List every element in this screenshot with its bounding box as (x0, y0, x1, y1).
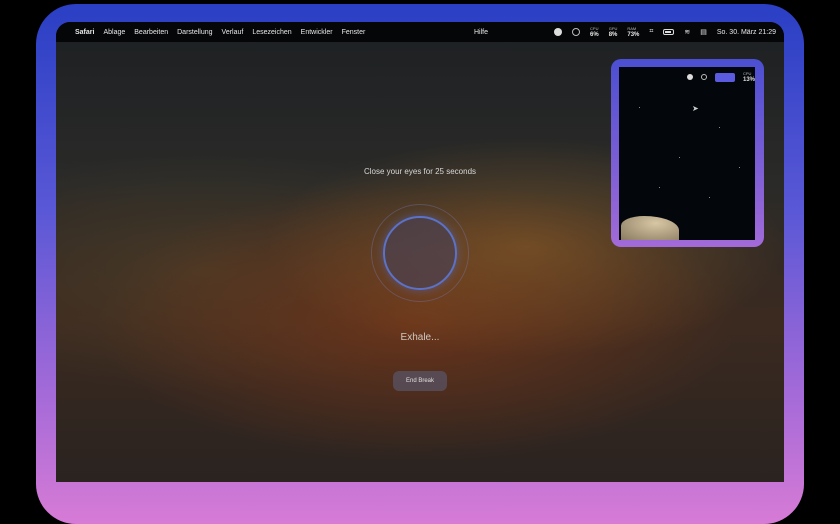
menu-bar: Safari Ablage Bearbeiten Darstellung Ver… (56, 22, 784, 42)
end-break-button[interactable]: End Break (393, 371, 447, 391)
breathing-circle (383, 216, 457, 290)
breathing-phase: Exhale... (400, 332, 440, 343)
timer-icon[interactable] (554, 28, 563, 36)
menu-item[interactable]: Darstellung (177, 29, 212, 36)
ram-stat[interactable]: RAM 73% (627, 26, 639, 38)
control-center-icon[interactable]: ▤ (700, 28, 707, 36)
wifi-icon[interactable]: ≋ (684, 28, 690, 36)
cursor-app-icon[interactable]: ⌗ (649, 28, 653, 36)
clock[interactable]: So. 30. März 21:29 (717, 29, 776, 36)
menu-item[interactable]: Ablage (103, 29, 125, 36)
menu-item[interactable]: Entwickler (301, 29, 333, 36)
stat-value: 8% (608, 32, 618, 38)
screenshot-thumbnail[interactable]: CPU 13% ➤ (611, 59, 764, 247)
gpu-stat[interactable]: GPU 8% (609, 26, 618, 38)
thumbnail-preview: CPU 13% ➤ (619, 67, 755, 240)
stat-value: 13% (742, 77, 755, 83)
timer-icon (686, 74, 693, 80)
focus-icon (700, 74, 707, 80)
screen-icon (714, 72, 735, 82)
menu-app[interactable]: Safari (75, 29, 94, 36)
menu-item[interactable]: Bearbeiten (134, 29, 168, 36)
menu-help[interactable]: Hilfe (474, 29, 488, 36)
stat-value: 73% (627, 32, 640, 38)
focus-icon[interactable] (572, 28, 581, 36)
cursor-icon: ➤ (692, 104, 699, 113)
stat-value: 6% (590, 32, 599, 38)
battery-icon[interactable] (663, 29, 675, 35)
cpu-stat: CPU 13% (743, 71, 755, 83)
cpu-stat[interactable]: CPU 6% (590, 26, 599, 38)
menu-item[interactable]: Fenster (342, 29, 366, 36)
menu-item[interactable]: Lesezeichen (252, 29, 291, 36)
rock-image (621, 216, 679, 240)
menu-item[interactable]: Verlauf (222, 29, 244, 36)
